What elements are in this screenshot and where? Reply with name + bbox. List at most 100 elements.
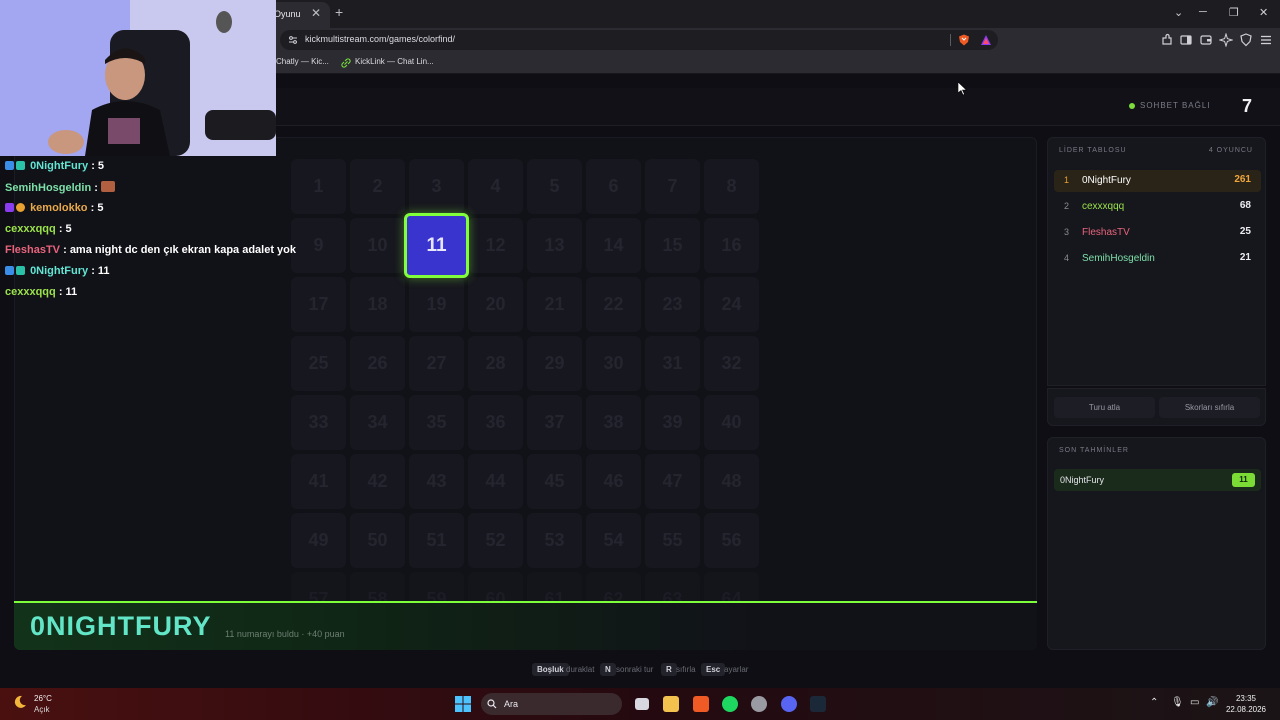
file-explorer-icon[interactable]: [663, 696, 679, 712]
grid-cell: 44: [468, 454, 523, 509]
shortcut-key-n: N: [600, 663, 616, 676]
address-bar[interactable]: kickmultistream.com/games/colorfind/: [280, 30, 998, 50]
player-count: 4 OYUNCU: [1208, 147, 1253, 154]
grid-cell: 2: [350, 159, 405, 214]
chat-text: : ama night dc den çık ekran kapa adalet…: [63, 244, 297, 256]
grid-cell: 49: [291, 513, 346, 568]
volume-icon[interactable]: 🔊: [1206, 697, 1218, 708]
grid-cell: 37: [527, 395, 582, 450]
reset-scores-button[interactable]: Skorları sıfırla: [1159, 397, 1260, 418]
leaderboard-player: cexxxqqq: [1082, 201, 1125, 212]
tray-chevron-icon[interactable]: ⌃: [1150, 697, 1158, 708]
extensions-icon[interactable]: [1160, 33, 1174, 47]
grid-cell: 35: [409, 395, 464, 450]
moon-icon[interactable]: [12, 694, 28, 710]
guess-user: 0NightFury: [1060, 475, 1105, 485]
url-text: kickmultistream.com/games/colorfind/: [305, 34, 456, 44]
leaderboard-score: 25: [1239, 226, 1251, 237]
grid-cell: 7: [645, 159, 700, 214]
grid-cell: 12: [468, 218, 523, 273]
bookmark-kicklink[interactable]: KickLink — Chat Lin...: [355, 57, 434, 66]
weather-desc: Açık: [34, 705, 50, 714]
tab-list-chevron-icon[interactable]: ⌄: [1174, 6, 1183, 19]
grid-cell: 52: [468, 513, 523, 568]
microphone-icon[interactable]: 🎙: [1171, 697, 1184, 708]
maximize-icon[interactable]: ❐: [1229, 6, 1239, 19]
grid-cell: 31: [645, 336, 700, 391]
grid-cell: 15: [645, 218, 700, 273]
spotify-icon[interactable]: [722, 696, 738, 712]
leaderboard-player: FleshasTV: [1082, 227, 1130, 238]
leaderboard-row: 2 cexxxqqq 68: [1054, 196, 1261, 218]
guess-value-badge: 11: [1232, 473, 1255, 487]
windows-taskbar: 26°C Açık Ara ⌃ 🎙 ▭ 🔊 23:35 22.08.2026: [0, 688, 1280, 720]
winner-message: 11 numarayı buldu · +40 puan: [225, 629, 345, 639]
leo-ai-icon[interactable]: [1219, 33, 1233, 47]
tab-close-icon[interactable]: ✕: [311, 6, 321, 20]
brave-rewards-icon[interactable]: [980, 34, 992, 46]
winner-name: 0NIGHTFURY: [30, 611, 212, 641]
grid-cell: 14: [586, 218, 641, 273]
grid-cell: 3: [409, 159, 464, 214]
grid-cell: 42: [350, 454, 405, 509]
sidebar-icon[interactable]: [1179, 33, 1193, 47]
grid-cell: 10: [350, 218, 405, 273]
site-settings-icon[interactable]: [288, 35, 298, 45]
wallet-icon[interactable]: [1199, 33, 1213, 47]
new-tab-icon[interactable]: +: [335, 4, 343, 20]
grid-cell: 28: [468, 336, 523, 391]
search-icon: [487, 699, 497, 709]
grid-cell: 17: [291, 277, 346, 332]
grid-cell: 30: [586, 336, 641, 391]
grid-cell: 43: [409, 454, 464, 509]
shortcut-desc-reset: sıfırla: [676, 665, 696, 674]
shortcut-desc-next: sonraki tur: [616, 665, 654, 674]
discord-icon[interactable]: [781, 696, 797, 712]
grid-cell: 39: [645, 395, 700, 450]
tab-title: Oyunu: [274, 9, 301, 19]
close-window-icon[interactable]: ✕: [1259, 6, 1268, 19]
grid-cell: 20: [468, 277, 523, 332]
brave-shield-icon[interactable]: [958, 34, 970, 46]
warning-badge-icon: [16, 203, 25, 212]
grid-cell: 55: [645, 513, 700, 568]
chat-message: kemolokko : 5: [5, 202, 103, 214]
leaderboard-panel: LİDER TABLOSU 4 OYUNCU 1 0NightFury 261 2 ce…: [1047, 137, 1266, 386]
skip-round-button[interactable]: Turu atla: [1054, 397, 1155, 418]
network-icon[interactable]: ▭: [1190, 697, 1199, 708]
grid-cell: 46: [586, 454, 641, 509]
brave-browser-icon[interactable]: [693, 696, 709, 712]
chat-message: cexxxqqq : 11: [5, 286, 77, 298]
vpn-icon[interactable]: [1239, 33, 1253, 47]
grid-cell: 8: [704, 159, 759, 214]
grid-cell: 53: [527, 513, 582, 568]
round-number: 7: [1242, 96, 1253, 116]
minimize-icon[interactable]: ─: [1199, 6, 1207, 18]
streamer-webcam-icon: [0, 0, 276, 156]
chat-text: : 5: [90, 202, 104, 214]
taskbar-search[interactable]: Ara: [481, 693, 622, 715]
grid-cell: 9: [291, 218, 346, 273]
link-icon: [341, 58, 351, 68]
chat-message: cexxxqqq : 5: [5, 223, 72, 235]
shortcut-desc-pause: duraklat: [566, 665, 595, 674]
menu-icon[interactable]: [1259, 33, 1273, 47]
chat-overlay: 0NightFury : 5 SemihHosgeldin : kemolokk…: [0, 156, 296, 306]
grid-cell: 47: [645, 454, 700, 509]
task-view-icon[interactable]: [635, 698, 649, 710]
grid-cell: 5: [527, 159, 582, 214]
leaderboard-rank: 2: [1064, 201, 1070, 211]
grid-cell: 23: [645, 277, 700, 332]
recent-guesses-panel: SON TAHMİNLER 0NightFury 11: [1047, 437, 1266, 650]
sub-badge-icon: [16, 266, 25, 275]
clock-date: 22.08.2026: [1225, 705, 1266, 714]
app-icon[interactable]: [751, 696, 767, 712]
windows-start-icon[interactable]: [455, 696, 471, 712]
grid-cell: 11: [404, 213, 469, 278]
chat-status: SOHBET BAĞLI: [1140, 101, 1211, 110]
grid-cell: 4: [468, 159, 523, 214]
address-divider: [950, 34, 951, 46]
grid-cell: 33: [291, 395, 346, 450]
bookmark-chatly[interactable]: Chatly — Kic...: [276, 57, 329, 66]
steam-icon[interactable]: [810, 696, 826, 712]
